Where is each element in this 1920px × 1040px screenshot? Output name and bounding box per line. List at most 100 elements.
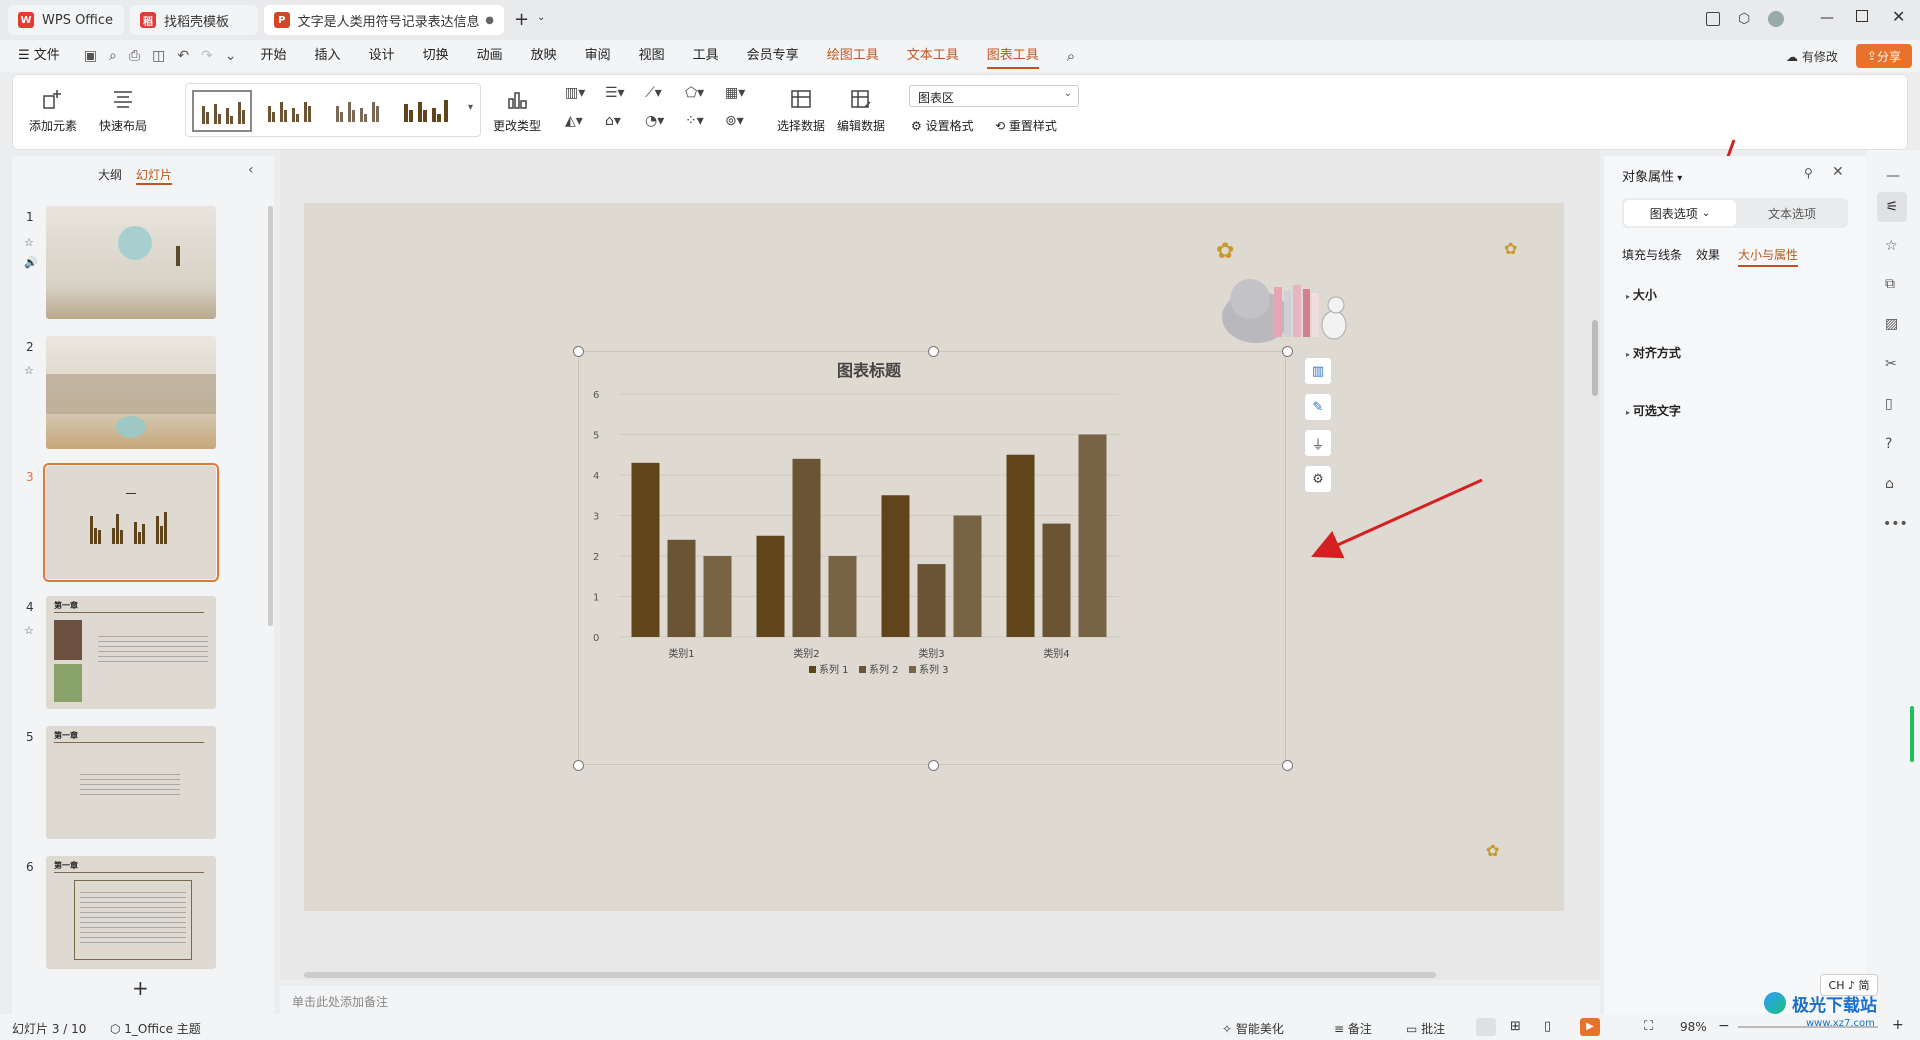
line-chart-icon[interactable]: ⟋▾ (645, 85, 662, 101)
zoom-in-icon[interactable]: + (1892, 1017, 1904, 1033)
resize-handle-nw[interactable] (573, 346, 584, 357)
slide-thumb-6[interactable]: 第一章 (46, 856, 216, 969)
subtab-size-properties[interactable]: 大小与属性 (1738, 246, 1799, 267)
shirt-icon[interactable]: ⌂ (1885, 476, 1894, 492)
slide-thumb-2[interactable] (46, 336, 216, 449)
hbar-chart-icon[interactable]: ☰▾ (605, 85, 625, 101)
properties-icon[interactable]: ⚟ (1877, 192, 1907, 222)
tab-slides[interactable]: 幻灯片 (136, 166, 173, 185)
scatter-chart-icon[interactable]: ⁘▾ (685, 113, 704, 129)
bar-chart-icon[interactable]: ▥▾ (565, 85, 585, 101)
avatar[interactable] (1768, 11, 1784, 27)
resize-handle-se[interactable] (1282, 760, 1293, 771)
audio-icon[interactable]: 🔊 (24, 256, 38, 269)
copy-icon[interactable]: ⧉ (1885, 276, 1895, 292)
cube-icon[interactable]: ⬡ (1738, 11, 1750, 27)
radar-chart-icon[interactable]: ⬠▾ (685, 85, 704, 101)
preview-icon[interactable]: ◫ (152, 48, 165, 64)
chart-style-4[interactable] (396, 90, 456, 132)
slide-canvas[interactable]: ✿ ✿ ✿ 图表标题 0 1 2 3 4 5 6 类别1 类别2 类别3 类别4 系列 1 系列 2 系列 … (304, 203, 1564, 911)
panel-title[interactable]: 对象属性 ▾ (1622, 166, 1682, 185)
chart-style-3[interactable] (328, 90, 388, 132)
minimize-icon[interactable]: — (1820, 10, 1834, 26)
slide-thumb-3[interactable] (43, 463, 219, 582)
comments-toggle[interactable]: ▭ 批注 (1406, 1020, 1445, 1037)
section-alignment[interactable]: ▸ 对齐方式 (1626, 344, 1681, 361)
resize-handle-n[interactable] (928, 346, 939, 357)
edit-data-button[interactable]: 编辑数据 (837, 87, 885, 134)
menu-slideshow[interactable]: 放映 (517, 40, 571, 72)
horizontal-scrollbar[interactable] (304, 972, 1436, 978)
share-button[interactable]: ⇪ 分享 (1856, 44, 1912, 68)
smart-beautify-button[interactable]: ✧ 智能美化 (1222, 1020, 1284, 1037)
normal-view-icon[interactable] (1476, 1018, 1496, 1036)
new-tab-icon[interactable]: + (514, 9, 529, 30)
star-icon[interactable]: ☆ (1885, 238, 1898, 254)
chart-elements-button[interactable]: ▥ (1304, 357, 1332, 385)
bubble-chart-icon[interactable]: ⊚▾ (725, 113, 744, 129)
pie-chart-icon[interactable]: ◔▾ (645, 113, 664, 129)
more-icon[interactable]: ••• (1883, 516, 1908, 532)
pin-icon[interactable]: ⚲ (1804, 166, 1813, 180)
subtab-fill-line[interactable]: 填充与线条 (1622, 246, 1682, 263)
notes-area[interactable]: 单击此处添加备注 (280, 986, 1600, 1014)
tab-chart-options[interactable]: 图表选项 ⌄ (1624, 200, 1736, 226)
chart-frame[interactable]: 图表标题 0 1 2 3 4 5 6 类别1 类别2 类别3 类别4 系列 1 系列 2 系列 3 (578, 351, 1286, 765)
menu-tools[interactable]: 工具 (679, 40, 733, 72)
stock-chart-icon[interactable]: ⌂▾ (605, 113, 621, 129)
chart-settings-button[interactable]: ⚙ (1304, 465, 1332, 493)
tab-text-options[interactable]: 文本选项 (1738, 200, 1846, 226)
menu-member[interactable]: 会员专享 (733, 40, 813, 72)
slide-thumb-1[interactable] (46, 206, 216, 319)
star-icon[interactable]: ☆ (24, 624, 34, 637)
reset-style-button[interactable]: ⟲ 重置样式 (995, 117, 1057, 134)
save-icon[interactable]: ▣ (84, 48, 97, 64)
add-slide-icon[interactable]: + (132, 976, 149, 1000)
menu-chart-tools[interactable]: 图表工具 (973, 40, 1053, 72)
star-icon[interactable]: ☆ (24, 364, 34, 377)
menu-design[interactable]: 设计 (355, 40, 409, 72)
slide-thumb-4[interactable]: 第一章 (46, 596, 216, 709)
zoom-level[interactable]: 98% (1680, 1020, 1707, 1034)
file-menu[interactable]: ☰ 文件 (0, 40, 74, 72)
chart-style-1[interactable] (192, 90, 252, 132)
book-icon[interactable]: ▯ (1885, 396, 1893, 412)
tools-icon[interactable]: ✂ (1885, 356, 1897, 372)
resize-handle-sw[interactable] (573, 760, 584, 771)
menu-transition[interactable]: 切换 (409, 40, 463, 72)
tab-template[interactable]: 稻 找稻壳模板 (130, 5, 258, 35)
fit-window-icon[interactable]: ⛶ (1644, 1019, 1653, 1034)
play-slideshow-icon[interactable]: ▶ (1580, 1018, 1600, 1036)
menu-drawing-tools[interactable]: 绘图工具 (813, 40, 893, 72)
slide-thumb-5[interactable]: 第一章 (46, 726, 216, 839)
collapse-panel-icon[interactable]: ‹ (248, 162, 254, 178)
chart-style-2[interactable] (260, 90, 320, 132)
bar-chart[interactable]: 图表标题 0 1 2 3 4 5 6 类别1 类别2 类别3 类别4 系列 1 系列 2 系列 3 (579, 352, 1285, 764)
image-icon[interactable]: ▨ (1885, 316, 1898, 332)
collapse-sidebar-icon[interactable]: — (1886, 168, 1900, 184)
menu-view[interactable]: 视图 (625, 40, 679, 72)
quick-layout-button[interactable]: 快速布局 (99, 87, 147, 134)
tab-dropdown-icon[interactable]: ⌄ (537, 12, 545, 23)
tab-document[interactable]: P 文字是人类用符号记录表达信息以 ● (264, 5, 504, 35)
gallery-expand-icon[interactable]: ▾ (468, 102, 473, 113)
unsaved-dot-icon[interactable]: ● (485, 15, 494, 26)
zoom-out-icon[interactable]: − (1718, 1018, 1730, 1034)
menu-insert[interactable]: 插入 (301, 40, 355, 72)
thumb-scrollbar[interactable] (268, 206, 273, 626)
help-icon[interactable]: ? (1885, 436, 1892, 452)
export-icon[interactable]: ⌕ (109, 48, 117, 64)
section-alt-text[interactable]: ▸ 可选文字 (1626, 402, 1681, 419)
print-icon[interactable]: ⎙ (129, 48, 140, 64)
star-icon[interactable]: ☆ (24, 236, 34, 249)
change-type-button[interactable]: 更改类型 (493, 87, 541, 134)
tab-wps-office[interactable]: W WPS Office (8, 5, 124, 35)
add-element-button[interactable]: 添加元素 (29, 87, 77, 134)
select-data-button[interactable]: 选择数据 (777, 87, 825, 134)
area-chart-icon[interactable]: ◭▾ (565, 113, 583, 129)
restore-icon[interactable] (1856, 10, 1868, 22)
grid-view-icon[interactable]: ⊞ (1510, 1019, 1521, 1034)
theme-indicator[interactable]: ⬡ 1_Office 主题 (110, 1020, 201, 1037)
notes-toggle[interactable]: ≡ 备注 (1334, 1020, 1372, 1037)
set-format-button[interactable]: ⚙ 设置格式 (911, 117, 974, 134)
